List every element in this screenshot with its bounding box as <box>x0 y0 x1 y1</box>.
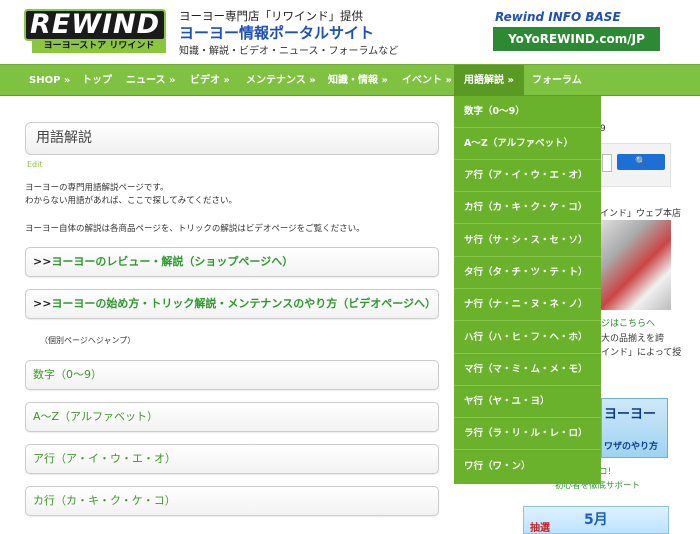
campaign-banner[interactable]: 抽選 5月 <box>523 506 669 534</box>
dropdown-item-ha-row[interactable]: ハ行（ハ・ヒ・フ・ヘ・ホ） <box>454 322 601 354</box>
dropdown-item-wa-row[interactable]: ワ行（ワ・ン） <box>454 451 601 483</box>
review-link[interactable]: ヨーヨーのレビュー・解説（ショップページへ） <box>51 255 293 268</box>
banner-subtitle: ワザのやり方 <box>604 442 659 452</box>
dropdown-item-na-row[interactable]: ナ行（ナ・ニ・ヌ・ネ・ノ） <box>454 289 601 321</box>
shop-link[interactable]: ジはこちらへ <box>601 316 655 329</box>
page-title: 用語解説 <box>25 122 439 155</box>
dropdown-item-ya-row[interactable]: ヤ行（ヤ・ユ・ヨ） <box>454 386 601 418</box>
category-box-numbers[interactable]: 数字（0〜9） <box>25 360 439 390</box>
site-title[interactable]: ヨーヨー情報ポータルサイト <box>179 22 374 43</box>
intro-text-3: ヨーヨー自体の解説は各商品ページを、トリックの解説はビデオページをご覧ください。 <box>25 224 365 234</box>
info-url-button[interactable]: YoYoREWIND.com/JP <box>493 27 660 51</box>
site-header: REWIND ヨーヨーストア リワインド ヨーヨー専門店「リワインド」提供 ヨー… <box>0 0 700 64</box>
site-description: 知識・解説・ビデオ・ニュース・フォーラムなど <box>179 46 399 57</box>
howto-banner[interactable]: ヨーヨー ワザのやり方 <box>601 398 668 458</box>
arrow-icon: >> <box>33 297 52 310</box>
dropdown-item-ka-row[interactable]: カ行（カ・キ・ク・ケ・コ） <box>454 192 601 224</box>
rewind-logo[interactable]: REWIND ヨーヨーストア リワインド <box>24 9 166 53</box>
nav-item-maintenance[interactable]: メンテナンス » <box>246 65 316 96</box>
dropdown-item-alphabet[interactable]: A〜Z（アルファベット） <box>454 128 601 160</box>
dropdown-item-numbers[interactable]: 数字（0〜9） <box>454 96 601 128</box>
nav-item-news[interactable]: ニュース » <box>126 65 175 96</box>
shop-text-1: 大の品揃えを誇 <box>601 334 665 344</box>
sidebar-search: 🔍 <box>601 143 671 187</box>
dropdown-item-ra-row[interactable]: ラ行（ラ・リ・ル・レ・ロ） <box>454 418 601 450</box>
category-box-alphabet[interactable]: A〜Z（アルファベット） <box>25 402 439 432</box>
nav-item-top[interactable]: トップ <box>82 65 112 96</box>
howto-link-box[interactable]: >>ヨーヨーの始め方・トリック解説・メンテナンスのやり方（ビデオページへ） <box>25 289 439 319</box>
glossary-dropdown: 数字（0〜9） A〜Z（アルファベット） ア行（ア・イ・ウ・エ・オ） カ行（カ・… <box>454 96 601 484</box>
intro-text-2: わからない用語があれば、ここで探してみてください。 <box>25 196 237 206</box>
review-link-box[interactable]: >>ヨーヨーのレビュー・解説（ショップページへ） <box>25 247 439 277</box>
sidebar-shop-title: インド」ウェブ本店 <box>600 209 682 219</box>
category-box-ka-row[interactable]: カ行（カ・キ・ク・ケ・コ） <box>25 486 439 516</box>
campaign-text-b: 5月 <box>584 512 608 528</box>
arrow-icon: >> <box>33 255 52 268</box>
dropdown-item-ta-row[interactable]: タ行（タ・チ・ツ・テ・ト） <box>454 257 601 289</box>
main-nav: SHOP » トップ ニュース » ビデオ » メンテナンス » 知識・情報 »… <box>0 64 700 96</box>
shop-photo[interactable] <box>601 220 671 310</box>
nav-item-knowledge[interactable]: 知識・情報 » <box>328 65 388 96</box>
nav-item-shop[interactable]: SHOP » <box>29 65 70 96</box>
jump-note: （個別ページへジャンプ） <box>40 336 136 345</box>
nav-item-forum[interactable]: フォーラム <box>532 65 582 96</box>
howto-link[interactable]: ヨーヨーの始め方・トリック解説・メンテナンスのやり方（ビデオページへ） <box>51 297 436 310</box>
dropdown-item-a-row[interactable]: ア行（ア・イ・ウ・エ・オ） <box>454 160 601 192</box>
shop-text-2: インド」によって授 <box>601 348 682 358</box>
dropdown-item-ma-row[interactable]: マ行（マ・ミ・ム・メ・モ） <box>454 354 601 386</box>
dropdown-item-sa-row[interactable]: サ行（サ・シ・ス・セ・ソ） <box>454 225 601 257</box>
search-input[interactable] <box>602 154 612 172</box>
logo-sub-text: ヨーヨーストア リワインド <box>32 39 166 53</box>
logo-main-text: REWIND <box>24 9 166 41</box>
banner-title: ヨーヨー <box>604 407 657 422</box>
intro-text-1: ヨーヨーの専門用語解説ページです。 <box>25 183 169 193</box>
category-box-a-row[interactable]: ア行（ア・イ・ウ・エ・オ） <box>25 444 439 474</box>
nav-item-video[interactable]: ビデオ » <box>190 65 230 96</box>
info-base-label: Rewind INFO BASE <box>495 10 621 24</box>
nav-item-event[interactable]: イベント » <box>402 65 452 96</box>
nav-item-glossary[interactable]: 用語解説 » <box>454 65 524 96</box>
campaign-text-a: 抽選 <box>530 523 550 534</box>
edit-link[interactable]: Edit <box>27 160 43 169</box>
search-button[interactable]: 🔍 <box>617 154 665 170</box>
